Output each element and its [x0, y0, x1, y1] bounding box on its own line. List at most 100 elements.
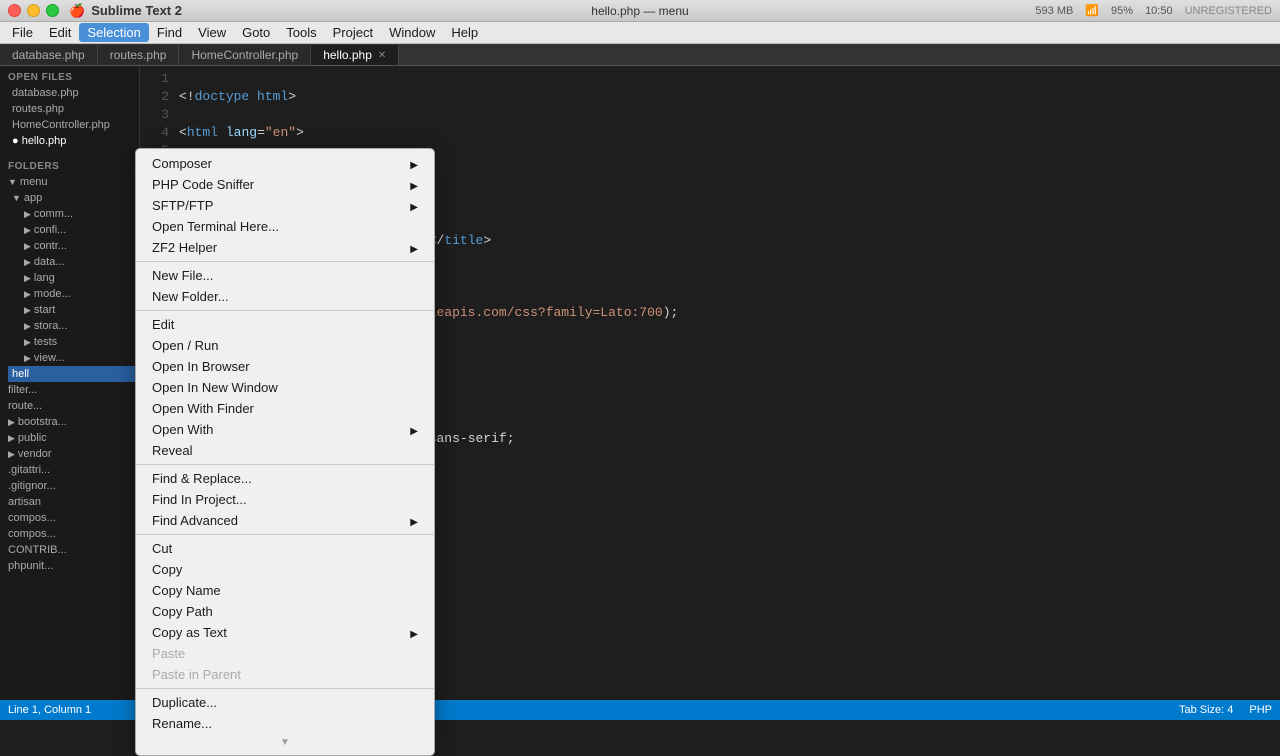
ctx-find-advanced[interactable]: Find Advanced [136, 510, 434, 531]
chevron-right-icon: ▶ [8, 449, 15, 460]
submenu-arrow-icon [410, 422, 418, 437]
tab-hello-php[interactable]: hello.php ✕ [311, 45, 399, 65]
ctx-open-in-browser[interactable]: Open In Browser [136, 356, 434, 377]
file-artisan[interactable]: artisan [0, 494, 139, 510]
ctx-open-in-new-window[interactable]: Open In New Window [136, 377, 434, 398]
file-contributing[interactable]: CONTRIB... [0, 542, 139, 558]
ctx-copy-as-text[interactable]: Copy as Text [136, 622, 434, 643]
ctx-copy[interactable]: Copy [136, 559, 434, 580]
folder-public[interactable]: ▶public [0, 430, 139, 446]
file-gitignore[interactable]: .gitignor... [0, 478, 139, 494]
chevron-right-icon: ▶ [24, 273, 31, 284]
cursor-position: Line 1, Column 1 [8, 704, 91, 716]
chevron-right-icon: ▶ [24, 305, 31, 316]
file-hello-active[interactable]: hell [8, 366, 139, 382]
folder-tests[interactable]: ▶tests [16, 334, 139, 350]
ctx-find-in-project[interactable]: Find In Project... [136, 489, 434, 510]
ctx-edit[interactable]: Edit [136, 314, 434, 335]
menu-project[interactable]: Project [325, 23, 381, 42]
traffic-lights[interactable] [8, 4, 59, 17]
folder-stora[interactable]: ▶stora... [16, 318, 139, 334]
menu-selection[interactable]: Selection [79, 23, 148, 42]
folder-menu[interactable]: ▼ menu [0, 174, 139, 190]
menu-help[interactable]: Help [443, 23, 486, 42]
time-label: 10:50 [1145, 5, 1173, 17]
ctx-reveal[interactable]: Reveal [136, 440, 434, 461]
chevron-down-icon: ▼ [8, 177, 17, 187]
chevron-right-icon: ▶ [8, 417, 15, 428]
ctx-rename[interactable]: Rename... [136, 713, 434, 734]
folder-tree-app: ▶comm... ▶confi... ▶contr... ▶data... ▶l… [16, 206, 139, 366]
wifi-icon: 📶 [1085, 4, 1099, 17]
ctx-open-with-finder[interactable]: Open With Finder [136, 398, 434, 419]
file-route[interactable]: route... [0, 398, 139, 414]
sidebar-file-routes[interactable]: routes.php [0, 101, 139, 117]
ctx-sep-3 [136, 464, 434, 465]
sidebar-file-hello[interactable]: ● hello.php [0, 133, 139, 149]
ctx-open-run[interactable]: Open / Run [136, 335, 434, 356]
chevron-right-icon: ▶ [24, 257, 31, 268]
ctx-find-replace[interactable]: Find & Replace... [136, 468, 434, 489]
close-button[interactable] [8, 4, 21, 17]
titlebar: 🍎 Sublime Text 2 hello.php — menu 593 MB… [0, 0, 1280, 22]
submenu-arrow-icon [410, 177, 418, 192]
ctx-cut[interactable]: Cut [136, 538, 434, 559]
folder-data[interactable]: ▶data... [16, 254, 139, 270]
titlebar-right: 593 MB 📶 95% 10:50 UNREGISTERED [1035, 4, 1272, 17]
battery-label: 95% [1111, 5, 1133, 17]
ctx-zf2-helper[interactable]: ZF2 Helper [136, 237, 434, 258]
folder-vendor[interactable]: ▶vendor [0, 446, 139, 462]
file-composer1[interactable]: compos... [0, 510, 139, 526]
file-composer2[interactable]: compos... [0, 526, 139, 542]
chevron-right-icon: ▶ [8, 433, 15, 444]
folder-start[interactable]: ▶start [16, 302, 139, 318]
sidebar: OPEN FILES database.php routes.php HomeC… [0, 66, 140, 700]
minimize-button[interactable] [27, 4, 40, 17]
open-files-label: OPEN FILES [0, 66, 139, 85]
menu-view[interactable]: View [190, 23, 234, 42]
folder-config[interactable]: ▶confi... [16, 222, 139, 238]
chevron-right-icon: ▶ [24, 321, 31, 332]
tab-close-icon[interactable]: ✕ [378, 50, 386, 61]
ctx-copy-name[interactable]: Copy Name [136, 580, 434, 601]
folder-lang[interactable]: ▶lang [16, 270, 139, 286]
folder-view[interactable]: ▶view... [16, 350, 139, 366]
menu-edit[interactable]: Edit [41, 23, 79, 42]
ctx-sep-1 [136, 261, 434, 262]
app-icon: 🍎 [69, 3, 85, 19]
ctx-composer[interactable]: Composer [136, 153, 434, 174]
sidebar-file-homecontroller[interactable]: HomeController.php [0, 117, 139, 133]
file-gitattributes[interactable]: .gitattri... [0, 462, 139, 478]
ctx-open-terminal[interactable]: Open Terminal Here... [136, 216, 434, 237]
memory-label: 593 MB [1035, 5, 1073, 17]
tab-size-label[interactable]: Tab Size: 4 [1179, 704, 1233, 716]
ctx-new-file[interactable]: New File... [136, 265, 434, 286]
menu-tools[interactable]: Tools [278, 23, 324, 42]
menu-goto[interactable]: Goto [234, 23, 278, 42]
menu-find[interactable]: Find [149, 23, 190, 42]
chevron-right-icon: ▶ [24, 337, 31, 348]
tab-homecontroller-php[interactable]: HomeController.php [179, 45, 311, 65]
ctx-new-folder[interactable]: New Folder... [136, 286, 434, 307]
language-label[interactable]: PHP [1249, 704, 1272, 716]
folder-mode[interactable]: ▶mode... [16, 286, 139, 302]
menu-file[interactable]: File [4, 23, 41, 42]
maximize-button[interactable] [46, 4, 59, 17]
folder-contr[interactable]: ▶contr... [16, 238, 139, 254]
folder-bootstrap[interactable]: ▶bootstra... [0, 414, 139, 430]
tab-routes-php[interactable]: routes.php [98, 45, 180, 65]
folder-comm[interactable]: ▶comm... [16, 206, 139, 222]
file-filter[interactable]: filter... [0, 382, 139, 398]
ctx-sftp-ftp[interactable]: SFTP/FTP [136, 195, 434, 216]
file-phpunit[interactable]: phpunit... [0, 558, 139, 574]
folder-app[interactable]: ▼ app [8, 190, 139, 206]
ctx-php-code-sniffer[interactable]: PHP Code Sniffer [136, 174, 434, 195]
folder-tree-menu: ▼ app ▶comm... ▶confi... ▶contr... ▶data… [8, 190, 139, 382]
ctx-duplicate[interactable]: Duplicate... [136, 692, 434, 713]
ctx-sep-4 [136, 534, 434, 535]
ctx-open-with[interactable]: Open With [136, 419, 434, 440]
tab-database-php[interactable]: database.php [0, 45, 98, 65]
menu-window[interactable]: Window [381, 23, 443, 42]
ctx-copy-path[interactable]: Copy Path [136, 601, 434, 622]
sidebar-file-database[interactable]: database.php [0, 85, 139, 101]
